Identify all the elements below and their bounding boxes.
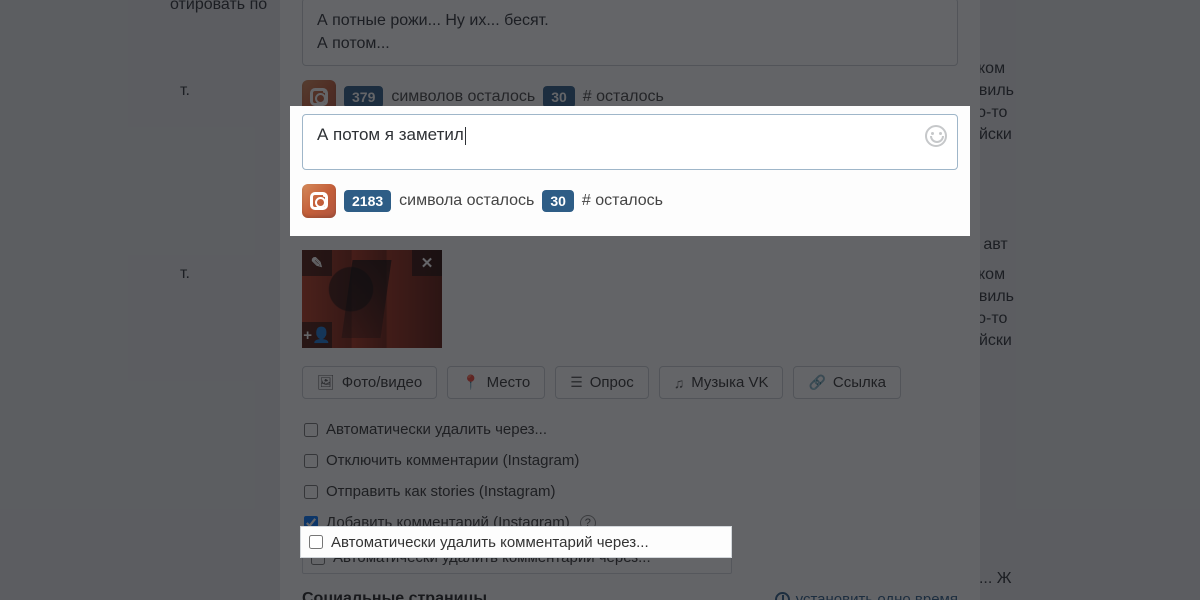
option-label: Автоматически удалить комментарий через.… <box>331 534 649 551</box>
comment-text-value: А потом я заметил <box>317 125 464 144</box>
hash-left-label: # осталось <box>582 192 663 210</box>
checkbox[interactable] <box>309 535 323 549</box>
text-caret <box>465 127 466 145</box>
emoji-picker-icon[interactable] <box>925 125 947 147</box>
instagram-icon <box>302 184 336 218</box>
spotlight-region-1: А потом я заметил 2183 символа осталось … <box>290 106 970 236</box>
char-counter-row-lower: 2183 символа осталось 30 # осталось <box>302 184 958 218</box>
hash-left-badge: 30 <box>542 190 574 212</box>
chars-left-badge: 2183 <box>344 190 391 212</box>
spotlight-region-2: Автоматически удалить комментарий через.… <box>300 526 732 558</box>
comment-textarea[interactable]: А потом я заметил <box>302 114 958 170</box>
chars-left-label: символа осталось <box>399 192 534 210</box>
dim-overlay <box>0 0 1200 600</box>
